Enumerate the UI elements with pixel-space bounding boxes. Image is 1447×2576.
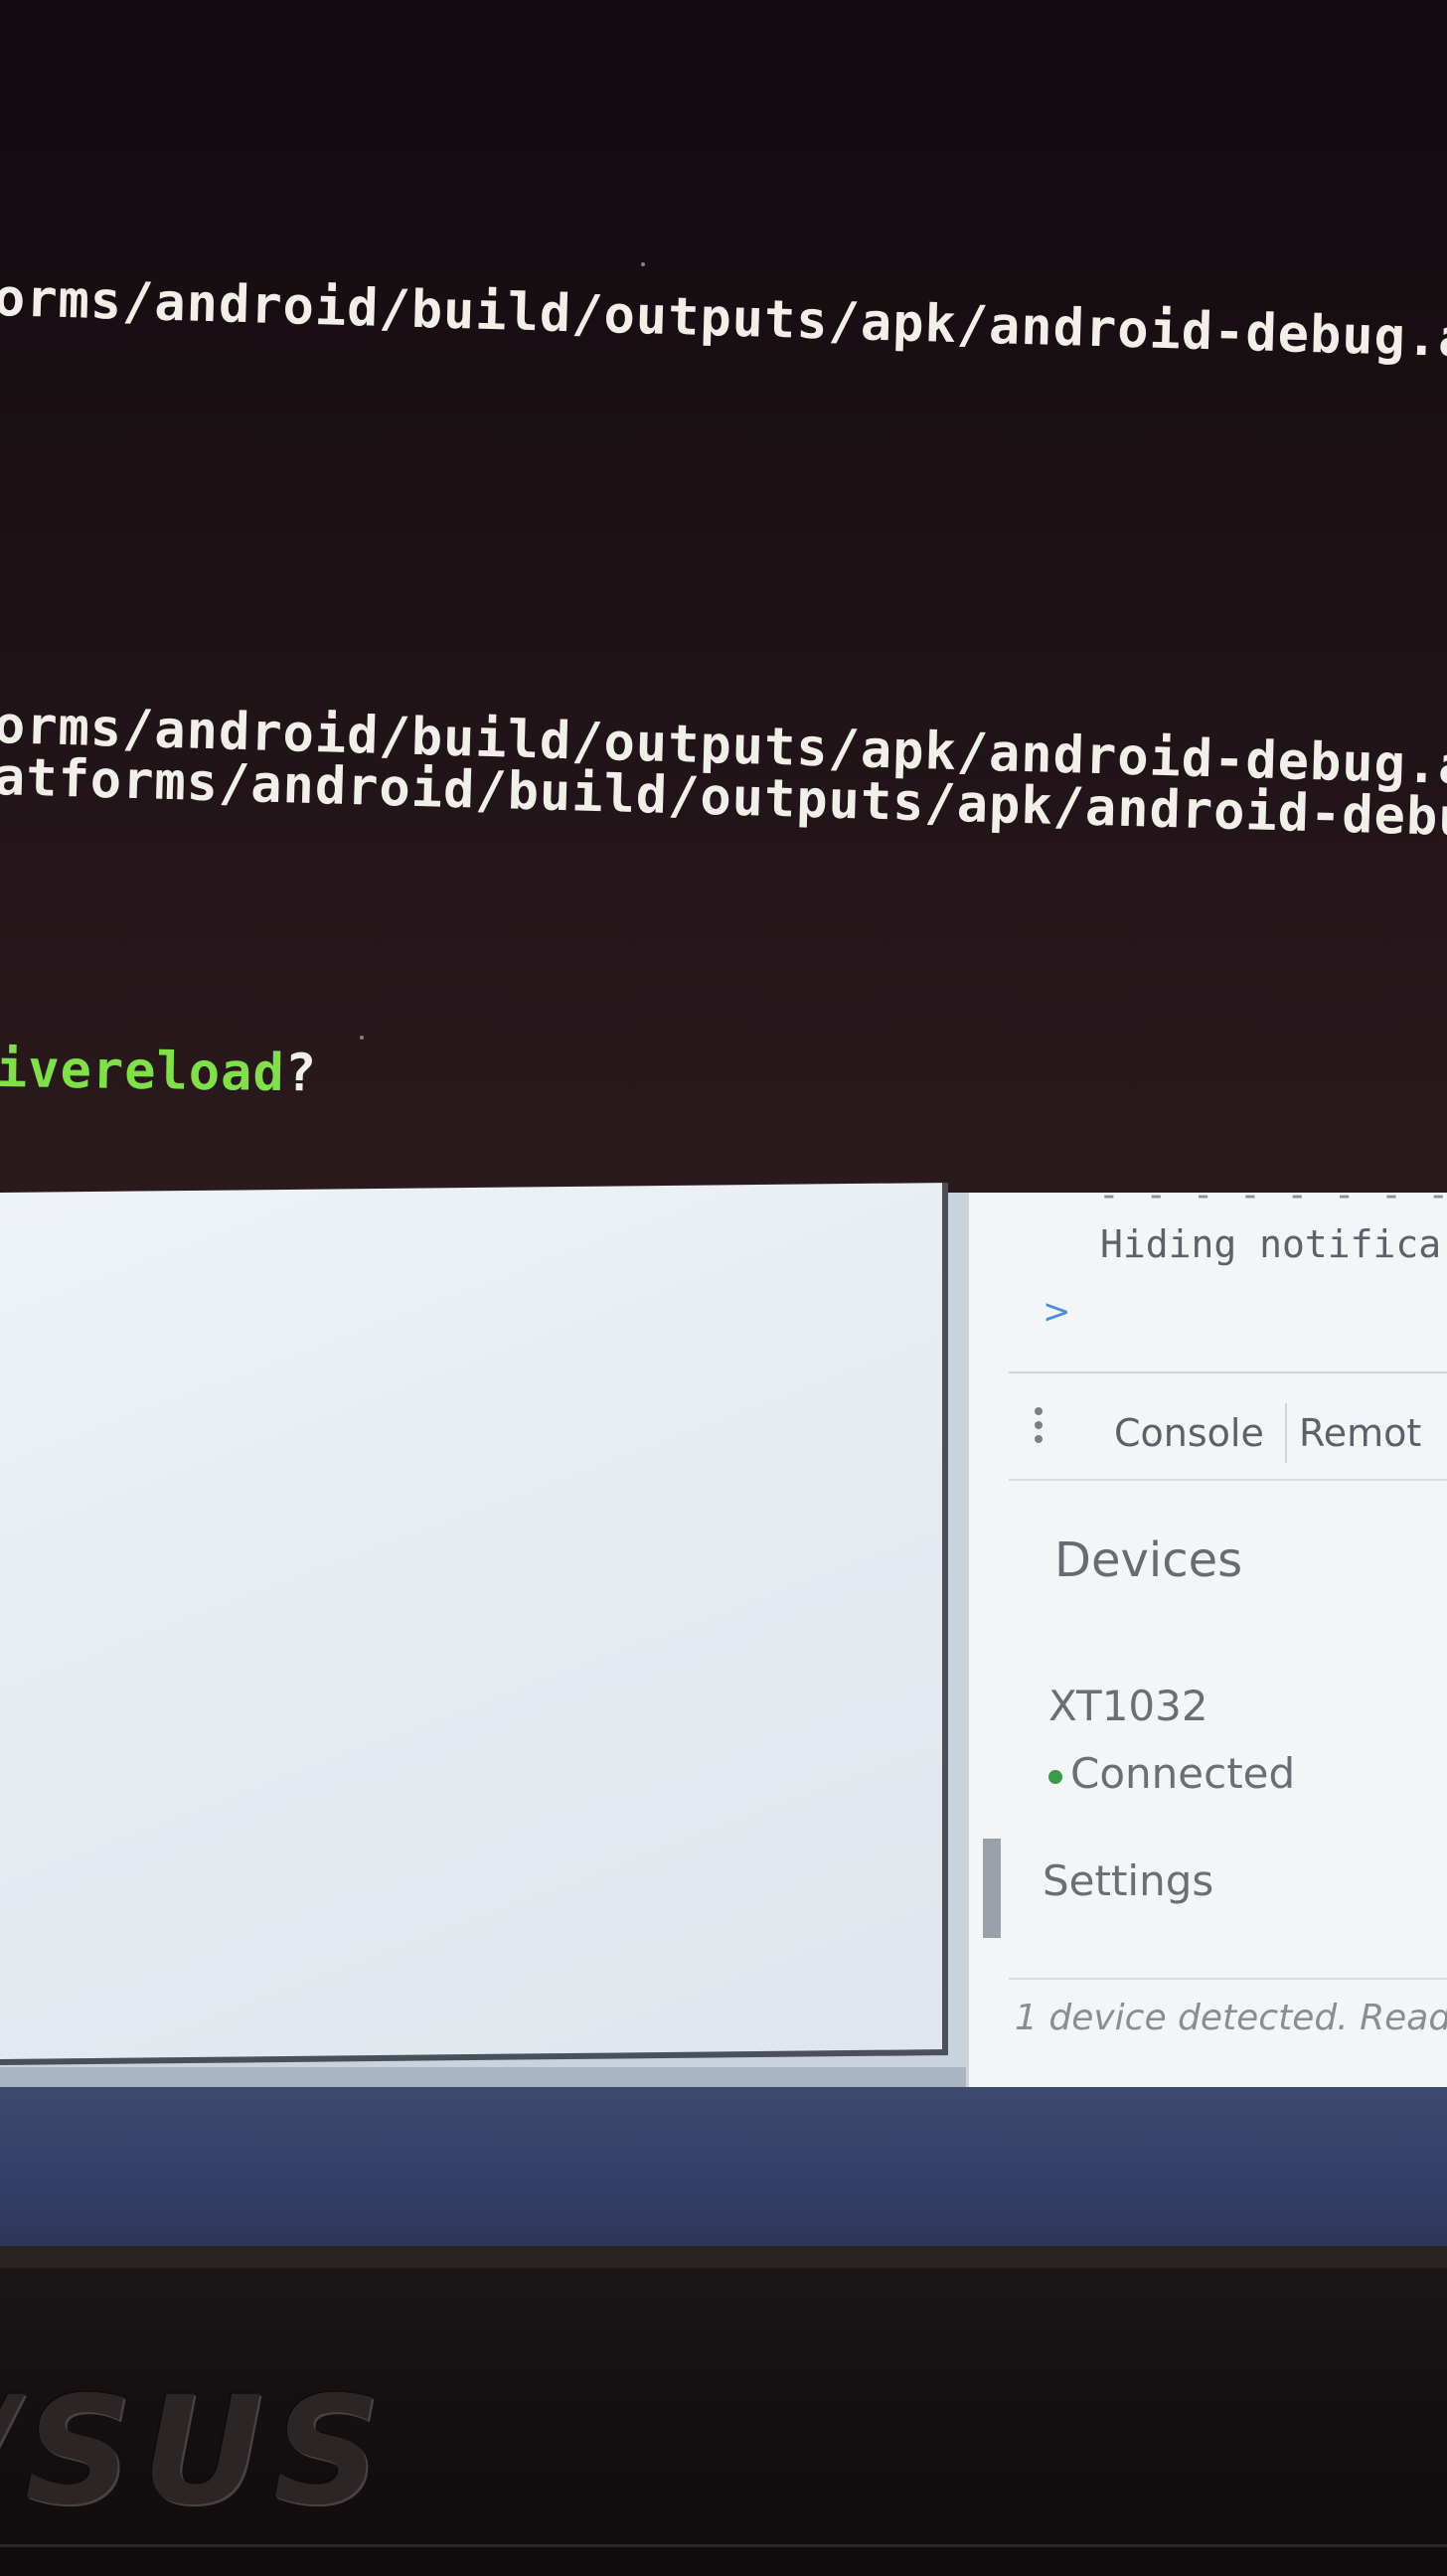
- bezel-edge: [0, 2246, 1447, 2268]
- drawer-divider[interactable]: [1009, 1371, 1447, 1373]
- selection-indicator: [983, 1839, 1001, 1938]
- laptop-bezel: /SUS: [0, 2246, 1447, 2576]
- tab-separator: [1285, 1403, 1287, 1463]
- photo: orms/android/build/outputs/apk/android-d…: [0, 0, 1447, 2576]
- screen-dust: [360, 1036, 364, 1040]
- terminal-line-1: orms/android/build/outputs/apk/android-d…: [0, 268, 1447, 370]
- screen-dust: [641, 262, 645, 266]
- devices-heading: Devices: [1054, 1532, 1243, 1588]
- hinge-line: [0, 2544, 1447, 2547]
- console-prompt-icon[interactable]: >: [1043, 1292, 1071, 1332]
- terminal-prompt-text: ivereload: [0, 1040, 286, 1104]
- taskbar: [0, 2087, 1447, 2246]
- tab-console[interactable]: Console: [1114, 1401, 1264, 1465]
- brand-logo: /SUS: [0, 2365, 391, 2538]
- terminal-prompt[interactable]: ivereload?: [0, 1040, 317, 1104]
- clipped-console-line: - - - - - - - - - - - - -: [1098, 1193, 1447, 1201]
- status-dot-icon: [1048, 1769, 1062, 1784]
- devtools-panel: - - - - - - - - - - - - - Hiding notific…: [966, 1193, 1447, 2087]
- terminal-prompt-question: ?: [284, 1044, 318, 1104]
- device-status: Connected: [1048, 1749, 1295, 1798]
- tabs-underline: [1009, 1479, 1447, 1481]
- app-preview-pane[interactable]: [0, 1183, 948, 2065]
- tab-remote-devices[interactable]: Remot: [1299, 1401, 1421, 1465]
- footer-divider: [1009, 1978, 1447, 1980]
- device-status-label: Connected: [1070, 1749, 1296, 1798]
- devices-footer-text: 1 device detected. Read: [1015, 1998, 1447, 2038]
- settings-item[interactable]: Settings: [1043, 1856, 1213, 1905]
- terminal-window: orms/android/build/outputs/apk/android-d…: [0, 0, 1447, 1193]
- device-name[interactable]: XT1032: [1048, 1682, 1208, 1730]
- browser-area: - - - - - - - - - - - - - Hiding notific…: [0, 1183, 1447, 2246]
- console-message: Hiding notifica: [1100, 1222, 1442, 1266]
- kebab-menu-icon[interactable]: [1029, 1401, 1048, 1471]
